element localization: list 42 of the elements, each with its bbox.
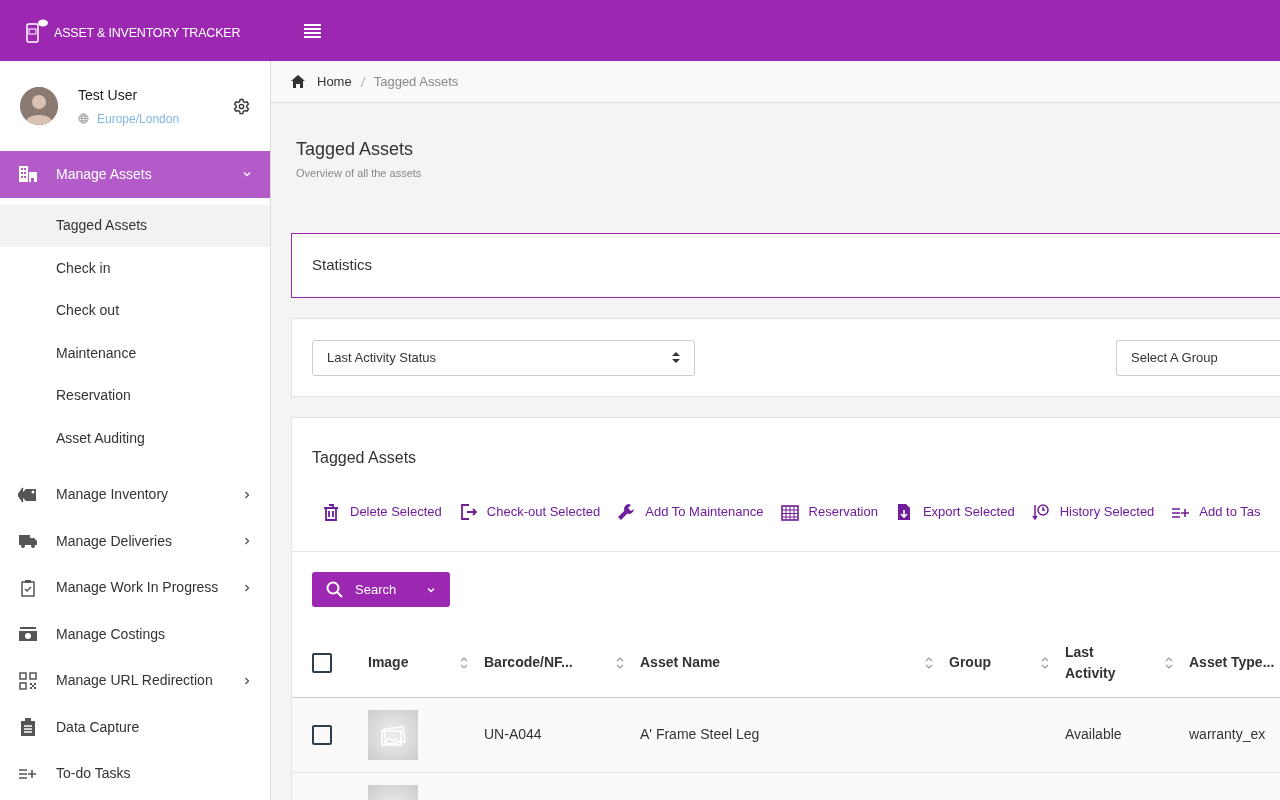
timezone-text: Europe/London — [97, 110, 180, 128]
page-title: Tagged Assets — [296, 139, 415, 161]
submenu-item[interactable]: Reservation — [0, 374, 270, 417]
section-title: Tagged Assets — [312, 449, 417, 466]
toolbar-action[interactable]: Add To Maintenance — [617, 501, 764, 522]
sidebar-item[interactable]: Manage Deliveries — [0, 518, 270, 565]
toolbar-action[interactable]: History Selected — [1031, 501, 1155, 522]
toolbar-action[interactable]: Add to Tas — [1171, 501, 1261, 522]
submenu-item[interactable]: Maintenance — [0, 332, 270, 375]
statistics-card[interactable]: Statistics — [291, 233, 1280, 298]
group-select[interactable]: Select A Group — [1116, 339, 1280, 376]
sidebar-item[interactable]: Data Capture — [0, 704, 270, 751]
breadcrumb-link[interactable]: Home — [317, 71, 352, 92]
submenu-item[interactable]: Tagged Assets — [0, 204, 270, 247]
column-header[interactable]: Image — [368, 652, 409, 674]
table-cell: warranty_ex — [1189, 726, 1266, 742]
toolbar-action[interactable]: Delete Selected — [322, 501, 442, 522]
page-subtitle: Overview of all the assets — [296, 165, 423, 181]
status-select[interactable]: Last Activity Status — [312, 339, 695, 376]
table-cell: A' Frame Steel Leg — [640, 726, 760, 742]
sidebar-item[interactable]: Manage Inventory — [0, 471, 270, 518]
toolbar-action[interactable]: Reservation — [780, 501, 878, 522]
table-cell: UN-A044 — [484, 726, 542, 742]
submenu-item[interactable]: Check out — [0, 289, 270, 332]
toolbar-action[interactable]: Export Selected — [894, 501, 1015, 522]
sidebar-item[interactable]: Manage Costings — [0, 611, 270, 658]
search-button[interactable]: Search — [312, 572, 450, 607]
user-name: Test User — [78, 85, 139, 105]
column-header[interactable]: Group — [949, 652, 991, 674]
column-header[interactable]: Barcode/NF... — [484, 652, 573, 674]
toolbar-action[interactable]: Check-out Selected — [458, 501, 601, 522]
app-title: ASSET & INVENTORY TRACKER — [54, 25, 241, 43]
sidebar-item[interactable]: Manage URL Redirection — [0, 657, 270, 704]
sidebar-item[interactable]: Manage Assets — [0, 151, 270, 198]
column-header[interactable]: Asset Name — [640, 652, 721, 674]
table-cell: Available — [1065, 726, 1122, 742]
sidebar-item[interactable]: To-do Tasks — [0, 750, 270, 797]
column-header[interactable]: Asset Type... — [1189, 652, 1275, 674]
column-header[interactable]: Last Activity — [1065, 641, 1135, 684]
submenu-item[interactable]: Check in — [0, 247, 270, 290]
submenu-item[interactable]: Asset Auditing — [0, 417, 270, 460]
sidebar-item[interactable]: Manage Work In Progress — [0, 564, 270, 611]
